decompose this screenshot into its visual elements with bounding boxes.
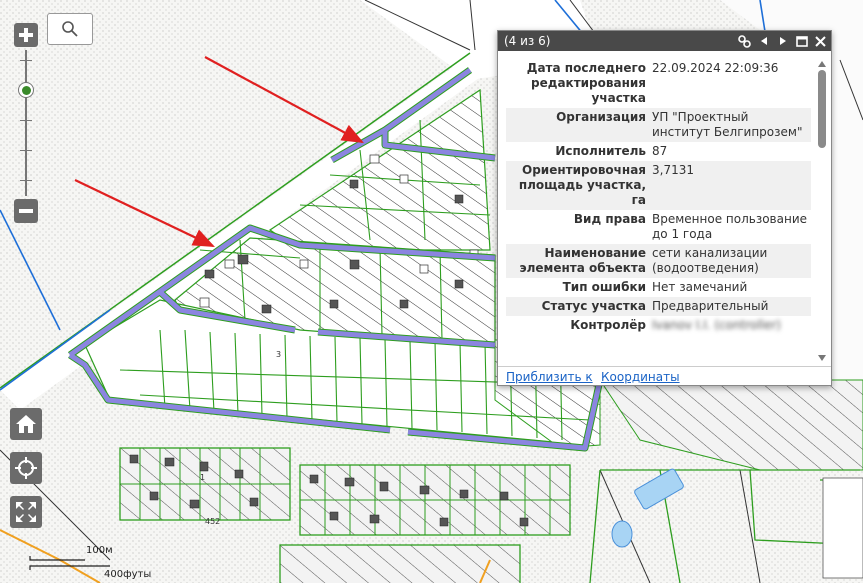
- table-row: Тип ошибки Нет замечаний: [506, 278, 811, 297]
- close-icon[interactable]: [814, 35, 827, 48]
- zoom-slider-handle[interactable]: [18, 82, 34, 98]
- table-row: Организация УП "Проектный институт Белги…: [506, 108, 811, 142]
- table-row: Контролёр Ivanov I.I. (controller): [506, 316, 811, 335]
- maximize-icon[interactable]: [795, 35, 808, 48]
- attribute-value: Временное пользование до 1 года: [652, 212, 808, 241]
- next-feature-icon[interactable]: [776, 35, 789, 48]
- popup-title: (4 из 6): [504, 34, 551, 48]
- lot-label: 3: [276, 350, 281, 359]
- attribute-value: Нет замечаний: [652, 280, 748, 294]
- attribute-key: Организация: [506, 108, 649, 142]
- home-button[interactable]: [10, 408, 42, 440]
- full-extent-button[interactable]: [10, 496, 42, 528]
- scale-imperial-label: 400футы: [104, 569, 152, 580]
- attribute-key: Исполнитель: [555, 144, 646, 158]
- attributes-table: Дата последнего редактирования участка 2…: [506, 59, 811, 335]
- locate-button[interactable]: [10, 452, 42, 484]
- table-row: Исполнитель 87: [506, 142, 811, 161]
- attribute-key: Дата последнего редактирования участка: [526, 61, 646, 105]
- attribute-key: Тип ошибки: [562, 280, 646, 294]
- popup-scrollbar[interactable]: [817, 61, 827, 361]
- crosshair-icon: [15, 457, 37, 479]
- parking-area: [822, 477, 863, 579]
- zoom-out-button[interactable]: [14, 199, 38, 223]
- home-icon: [16, 415, 36, 433]
- attribute-value: 22.09.2024 22:09:36: [652, 61, 779, 75]
- attribute-value: 87: [652, 144, 668, 158]
- table-row: Дата последнего редактирования участка 2…: [506, 59, 811, 108]
- expand-icon: [16, 502, 36, 522]
- scale-metric-label: 100м: [86, 545, 113, 556]
- table-row: Статус участка Предварительный: [506, 297, 811, 316]
- zoom-in-button[interactable]: [14, 23, 38, 47]
- lot-label: 452: [205, 517, 220, 526]
- previous-feature-icon[interactable]: [757, 35, 770, 48]
- popup-actions: Приблизить к Координаты: [498, 366, 831, 387]
- link-icon[interactable]: [738, 34, 751, 48]
- attribute-value: УП "Проектный институт Белгипрозем": [649, 108, 811, 142]
- attribute-key: Ориентировочная площадь участка, га: [506, 161, 649, 210]
- water-pond: [611, 520, 633, 548]
- lot-label: 1: [200, 473, 205, 482]
- plus-icon: [19, 28, 33, 42]
- feature-info-popup: (4 из 6) Дата последнего редактирования …: [497, 30, 832, 386]
- attribute-key: Вид права: [573, 212, 646, 226]
- minus-icon: [19, 209, 33, 213]
- attribute-value: Предварительный: [649, 297, 811, 316]
- search-button[interactable]: [47, 13, 93, 45]
- attribute-value-redacted: Ivanov I.I. (controller): [652, 318, 781, 332]
- attribute-key: Контролёр: [570, 318, 646, 332]
- table-row: Наименование элемента объекта сети канал…: [506, 244, 811, 278]
- coordinates-link[interactable]: Координаты: [601, 370, 680, 384]
- attribute-key: Наименование элемента объекта: [506, 244, 649, 278]
- zoom-slider-track[interactable]: [25, 50, 27, 196]
- attribute-value: сети канализации (водоотведения): [649, 244, 811, 278]
- zoom-to-link[interactable]: Приблизить к: [506, 370, 593, 384]
- table-row: Ориентировочная площадь участка, га 3,71…: [506, 161, 811, 210]
- attribute-key: Статус участка: [506, 297, 649, 316]
- popup-titlebar: (4 из 6): [498, 31, 831, 51]
- popup-content[interactable]: Дата последнего редактирования участка 2…: [506, 59, 811, 357]
- magnifier-icon: [62, 21, 78, 37]
- attribute-value: 3,7131: [649, 161, 811, 210]
- table-row: Вид права Временное пользование до 1 год…: [506, 210, 811, 244]
